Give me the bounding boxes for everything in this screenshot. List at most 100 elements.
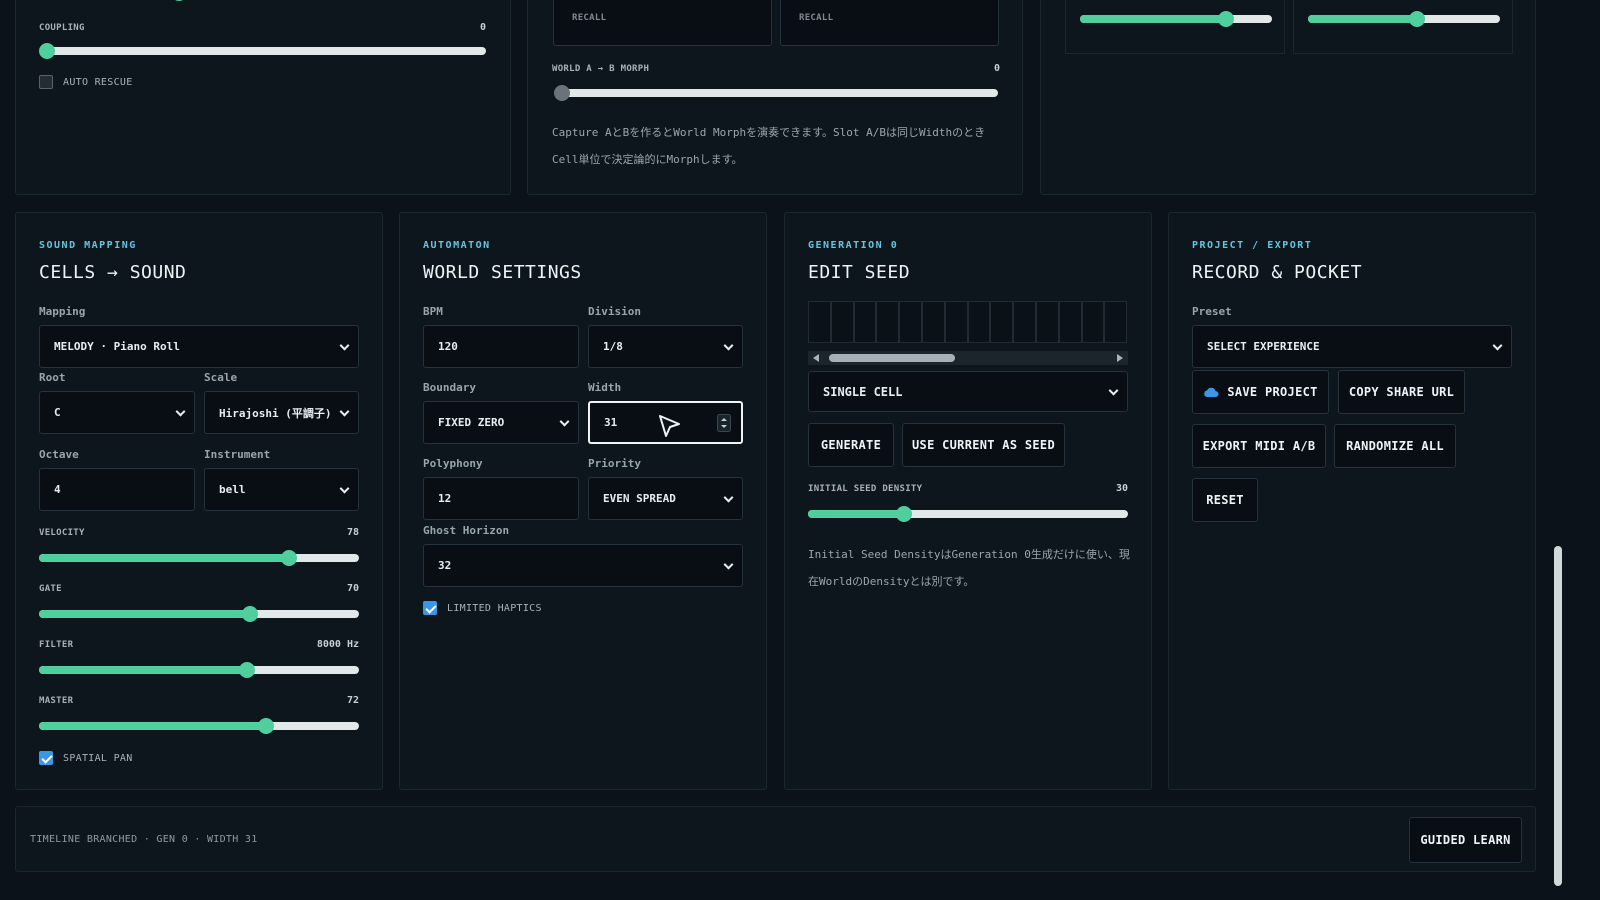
seed-cell[interactable] bbox=[1104, 301, 1128, 343]
scroll-right-icon[interactable] bbox=[1117, 354, 1123, 362]
slider-thumb[interactable] bbox=[280, 550, 297, 566]
auto-rescue-checkbox[interactable] bbox=[39, 75, 53, 89]
seed-cell[interactable] bbox=[1013, 301, 1036, 343]
seed-cell[interactable] bbox=[921, 301, 945, 343]
spatial-pan-checkbox[interactable] bbox=[39, 751, 53, 765]
seed-cell[interactable] bbox=[808, 301, 831, 343]
sound-title: CELLS → SOUND bbox=[39, 262, 187, 283]
top-right-slider-b[interactable] bbox=[1308, 11, 1500, 27]
seed-cell-strip[interactable] bbox=[808, 301, 1128, 343]
filter-slider[interactable] bbox=[39, 662, 359, 678]
brush-select[interactable]: SINGLE CELL bbox=[808, 371, 1128, 412]
ghost-horizon-select[interactable]: 32 bbox=[423, 544, 743, 587]
scrollbar-thumb[interactable] bbox=[829, 354, 955, 362]
slider-thumb[interactable] bbox=[242, 606, 259, 622]
seed-cell[interactable] bbox=[1081, 301, 1105, 343]
guided-learn-label: GUIDED LEARN bbox=[1420, 833, 1511, 847]
seed-cell[interactable] bbox=[899, 301, 922, 343]
scale-label: Scale bbox=[204, 371, 238, 384]
top-right-slider-a[interactable] bbox=[1080, 11, 1272, 27]
generate-label: GENERATE bbox=[820, 438, 882, 452]
priority-value: EVEN SPREAD bbox=[603, 492, 676, 505]
save-project-button[interactable]: SAVE PROJECT bbox=[1192, 370, 1329, 414]
page-scrollbar-thumb[interactable] bbox=[1554, 546, 1562, 886]
seed-cell[interactable] bbox=[1058, 301, 1082, 343]
morph-slider[interactable] bbox=[554, 85, 998, 101]
slider-thumb[interactable] bbox=[554, 85, 570, 101]
velocity-slider[interactable] bbox=[39, 550, 359, 566]
root-value: C bbox=[54, 406, 61, 419]
seed-scrollbar[interactable] bbox=[808, 351, 1128, 365]
seed-cell[interactable] bbox=[944, 301, 968, 343]
slider-thumb[interactable] bbox=[1409, 11, 1426, 27]
width-label: Width bbox=[588, 381, 622, 394]
instrument-select[interactable]: bell bbox=[204, 468, 359, 511]
boundary-select[interactable]: FIXED ZERO bbox=[423, 401, 579, 444]
preset-select[interactable]: SELECT EXPERIENCE bbox=[1192, 325, 1512, 368]
timeline-status: TIMELINE BRANCHED · GEN 0 · WIDTH 31 bbox=[30, 834, 258, 845]
scroll-left-icon[interactable] bbox=[813, 354, 819, 362]
seed-cell[interactable] bbox=[990, 301, 1014, 343]
copy-share-url-button[interactable]: COPY SHARE URL bbox=[1338, 370, 1465, 414]
slider-thumb[interactable] bbox=[39, 43, 55, 59]
seed-cell[interactable] bbox=[1035, 301, 1059, 343]
ghost-horizon-value: 32 bbox=[438, 559, 452, 572]
mapping-select[interactable]: MELODY · Piano Roll bbox=[39, 325, 359, 368]
recall-a-button[interactable]: RECALL bbox=[553, 0, 772, 46]
export-midi-button[interactable]: EXPORT MIDI A/B bbox=[1192, 424, 1326, 468]
division-label: Division bbox=[588, 305, 641, 318]
chevron-down-icon bbox=[723, 492, 734, 503]
width-value: 31 bbox=[604, 416, 618, 429]
seed-title: EDIT SEED bbox=[808, 262, 911, 283]
stepper-icon[interactable] bbox=[717, 414, 731, 432]
panel-project-export: PROJECT / EXPORT RECORD & POCKET Preset … bbox=[1168, 212, 1536, 790]
slider-thumb[interactable] bbox=[1217, 11, 1234, 27]
limited-haptics-checkbox[interactable] bbox=[423, 601, 437, 615]
root-select[interactable]: C bbox=[39, 391, 195, 434]
gate-label: GATE bbox=[39, 584, 62, 594]
mapping-label: Mapping bbox=[39, 305, 86, 318]
slider-fill bbox=[1080, 15, 1226, 23]
slider-thumb[interactable] bbox=[896, 506, 912, 522]
chevron-down-icon bbox=[339, 483, 350, 494]
octave-input[interactable]: 4 bbox=[39, 468, 195, 511]
recall-b-button[interactable]: RECALL bbox=[780, 0, 999, 46]
panel-top-right bbox=[1040, 0, 1536, 195]
morph-value: 0 bbox=[993, 63, 1000, 74]
slider-fill bbox=[808, 510, 904, 518]
sound-eyebrow: SOUND MAPPING bbox=[39, 240, 137, 251]
limited-haptics-label: LIMITED HAPTICS bbox=[447, 603, 542, 614]
gate-slider[interactable] bbox=[39, 606, 359, 622]
seed-cell[interactable] bbox=[853, 301, 877, 343]
seed-cell[interactable] bbox=[967, 301, 991, 343]
polyphony-input[interactable]: 12 bbox=[423, 477, 579, 520]
seed-cell[interactable] bbox=[830, 301, 854, 343]
width-input[interactable]: 31 bbox=[588, 401, 743, 444]
randomize-all-button[interactable]: RANDOMIZE ALL bbox=[1334, 424, 1456, 468]
scale-select[interactable]: Hirajoshi (平調子) bbox=[204, 391, 359, 434]
seed-cell[interactable] bbox=[876, 301, 900, 343]
slider-thumb[interactable] bbox=[258, 718, 275, 734]
reset-button[interactable]: RESET bbox=[1192, 478, 1258, 522]
chevron-down-icon bbox=[1108, 385, 1119, 396]
division-select[interactable]: 1/8 bbox=[588, 325, 743, 368]
page-scrollbar[interactable] bbox=[1552, 0, 1564, 900]
coupling-slider[interactable] bbox=[39, 43, 486, 59]
bpm-input[interactable]: 120 bbox=[423, 325, 579, 368]
preset-value: SELECT EXPERIENCE bbox=[1207, 340, 1320, 353]
panel-top-mid: RECALL RECALL WORLD A → B MORPH 0 Captur… bbox=[527, 0, 1023, 195]
generate-button[interactable]: GENERATE bbox=[808, 423, 894, 467]
use-current-as-seed-button[interactable]: USE CURRENT AS SEED bbox=[902, 423, 1065, 467]
auto-rescue-label: AUTO RESCUE bbox=[63, 77, 133, 88]
chevron-down-icon bbox=[723, 559, 734, 570]
panel-world-settings: AUTOMATON WORLD SETTINGS BPM 120 Divisio… bbox=[399, 212, 767, 790]
density-slider[interactable] bbox=[808, 506, 1128, 522]
division-value: 1/8 bbox=[603, 340, 623, 353]
slider-thumb[interactable] bbox=[171, 0, 187, 1]
boundary-value: FIXED ZERO bbox=[438, 416, 505, 429]
guided-learn-button[interactable]: GUIDED LEARN bbox=[1409, 817, 1522, 863]
instrument-value: bell bbox=[219, 483, 246, 496]
master-slider[interactable] bbox=[39, 718, 359, 734]
priority-select[interactable]: EVEN SPREAD bbox=[588, 477, 743, 520]
slider-thumb[interactable] bbox=[239, 662, 255, 678]
